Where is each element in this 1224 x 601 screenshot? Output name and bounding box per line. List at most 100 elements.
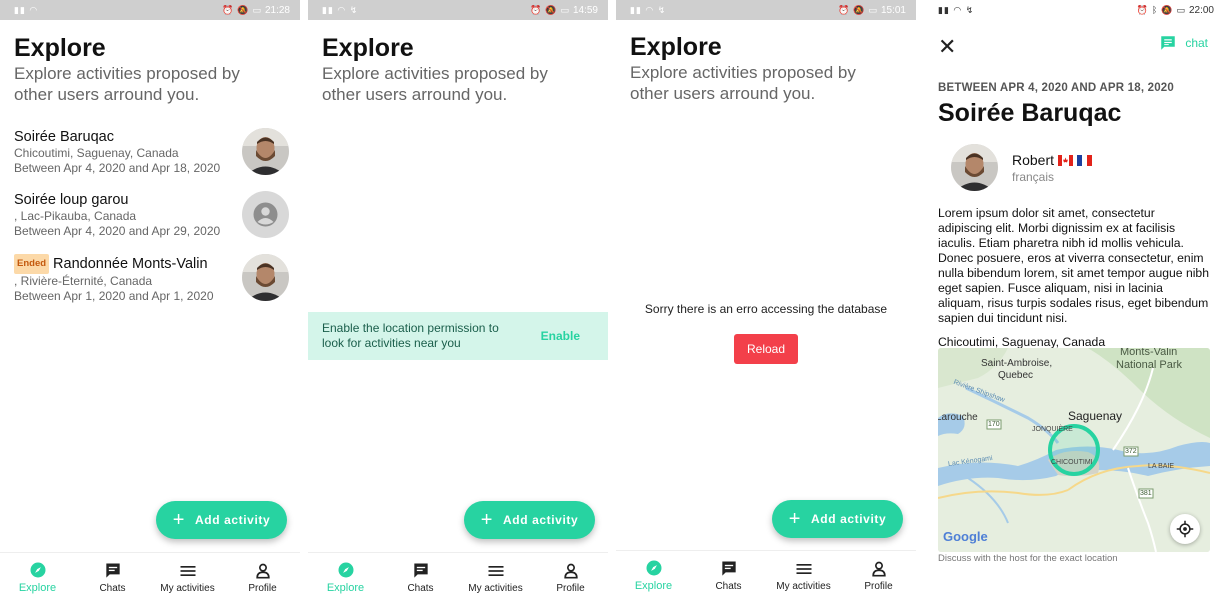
compass-icon bbox=[338, 562, 353, 578]
page-title: Explore bbox=[322, 34, 414, 62]
activity-item[interactable]: Soirée loup garou , Lac-Pikauba, Canada … bbox=[14, 191, 289, 247]
host-name: Robert bbox=[1012, 152, 1055, 168]
status-time: 21:28 bbox=[264, 4, 290, 16]
error-message: Sorry there is an erro accessing the dat… bbox=[644, 302, 888, 316]
page-title: Explore bbox=[14, 34, 106, 62]
nav-explore[interactable]: Explore bbox=[308, 560, 383, 594]
map-label: Saguenay bbox=[1068, 409, 1123, 423]
status-right: ⏰ ᛒ 🔕 ▭ 22:00 bbox=[1137, 5, 1214, 16]
nav-my-activities[interactable]: My activities bbox=[766, 559, 841, 592]
map-label: Saint-Ambroise, bbox=[981, 358, 1053, 369]
map-label: National Park bbox=[1116, 359, 1183, 371]
bottom-navigation: Explore Chats My activities Profile bbox=[616, 550, 916, 599]
nav-explore[interactable]: Explore bbox=[616, 558, 691, 592]
bluetooth-icon: ᛒ bbox=[1151, 5, 1158, 15]
bottom-navigation: Explore Chats My activities Profile bbox=[0, 552, 300, 601]
host-avatar bbox=[242, 254, 289, 301]
add-activity-button[interactable]: + Add activity bbox=[156, 501, 287, 539]
nav-my-activities[interactable]: My activities bbox=[150, 561, 225, 594]
nav-label: My activities bbox=[468, 582, 523, 594]
map-label: Quebec bbox=[998, 370, 1034, 381]
chat-label: chat bbox=[1185, 36, 1208, 50]
plus-icon: + bbox=[788, 508, 802, 530]
close-icon[interactable]: ✕ bbox=[938, 34, 956, 60]
nav-label: Profile bbox=[556, 582, 585, 594]
placeholder-avatar-icon bbox=[242, 191, 289, 238]
alarm-icon: ⏰ bbox=[222, 4, 234, 15]
chat-icon bbox=[105, 563, 120, 578]
map-label: JONQUIÈRE bbox=[1032, 426, 1073, 433]
add-activity-label: Add activity bbox=[195, 513, 271, 527]
nav-my-activities[interactable]: My activities bbox=[458, 561, 533, 594]
nav-label: Chats bbox=[715, 580, 742, 592]
nav-label: Chats bbox=[99, 582, 126, 594]
google-logo: Google bbox=[943, 529, 988, 544]
host-avatar[interactable] bbox=[951, 144, 998, 191]
status-bar: ▮▮ ◠ ↯ ⏰ ᛒ 🔕 ▭ 22:00 bbox=[924, 0, 1224, 20]
page-title: Explore bbox=[630, 33, 722, 61]
my-location-button[interactable] bbox=[1170, 514, 1200, 544]
status-right: ⏰ 🔕 ▭ 21:28 bbox=[222, 5, 290, 16]
explore-screen-permission: ▮▮ ◠ ↯ ⏰ 🔕 ▭ 14:59 Explore Explore activ… bbox=[308, 0, 608, 601]
add-activity-label: Add activity bbox=[811, 512, 887, 526]
status-right: ⏰ 🔕 ▭ 15:01 bbox=[838, 5, 906, 16]
nav-explore[interactable]: Explore bbox=[0, 560, 75, 594]
location-map[interactable]: Monts-Valin National Park Saint-Ambroise… bbox=[938, 348, 1210, 552]
page-subtitle: Explore activities proposed by other use… bbox=[630, 63, 856, 103]
canada-flag-icon bbox=[1058, 154, 1074, 166]
page-subtitle: Explore activities proposed by other use… bbox=[14, 64, 240, 104]
nav-profile[interactable]: Profile bbox=[225, 561, 300, 594]
nav-label: Profile bbox=[248, 582, 277, 594]
activity-detail-screen: ▮▮ ◠ ↯ ⏰ ᛒ 🔕 ▭ 22:00 ✕ chat BETWEEN APR … bbox=[924, 0, 1224, 601]
route-shield: 372 bbox=[1125, 448, 1137, 455]
activity-title: Soirée Baruqac bbox=[938, 99, 1122, 127]
list-icon bbox=[488, 565, 503, 576]
activity-description: Lorem ipsum dolor sit amet, consectetur … bbox=[938, 206, 1209, 325]
add-activity-button[interactable]: + Add activity bbox=[464, 501, 595, 539]
list-icon bbox=[796, 563, 811, 574]
alarm-icon: ⏰ bbox=[530, 4, 542, 15]
explore-screen-error: ▮▮ ◠ ↯ ⏰ 🔕 ▭ 15:01 Explore Explore activ… bbox=[616, 0, 916, 601]
activity-location: Chicoutimi, Saguenay, Canada bbox=[938, 335, 1106, 349]
status-bar: ▮▮ ◠ ⏰ 🔕 ▭ 21:28 bbox=[0, 0, 300, 20]
nav-profile[interactable]: Profile bbox=[841, 559, 916, 592]
nav-label: Explore bbox=[634, 580, 673, 592]
host-language: français bbox=[1012, 170, 1055, 184]
mute-icon: 🔕 bbox=[545, 4, 557, 15]
location-permission-banner: Enable the location permission to look f… bbox=[308, 312, 608, 360]
battery-icon: ▭ bbox=[252, 4, 261, 15]
crosshair-icon bbox=[1176, 520, 1194, 538]
battery-icon: ▭ bbox=[1176, 4, 1185, 15]
enable-location-button[interactable]: Enable bbox=[541, 329, 580, 343]
activity-item[interactable]: Ended Randonnée Monts-Valin , Rivière-Éte… bbox=[14, 254, 289, 310]
list-icon bbox=[180, 565, 195, 576]
chat-button[interactable]: chat bbox=[1159, 34, 1208, 52]
person-icon bbox=[563, 563, 578, 578]
activity-item[interactable]: Soirée Baruqac Chicoutimi, Saguenay, Can… bbox=[14, 128, 289, 184]
bottom-navigation: Explore Chats My activities Profile bbox=[308, 552, 608, 601]
status-bar: ▮▮ ◠ ↯ ⏰ 🔕 ▭ 14:59 bbox=[308, 0, 608, 20]
activity-name: Randonnée Monts-Valin bbox=[53, 256, 208, 272]
nav-profile[interactable]: Profile bbox=[533, 561, 608, 594]
permission-text: Enable the location permission to look f… bbox=[322, 321, 499, 350]
nav-chats[interactable]: Chats bbox=[383, 561, 458, 594]
compass-icon bbox=[30, 562, 45, 578]
nav-chats[interactable]: Chats bbox=[75, 561, 150, 594]
france-flag-icon bbox=[1077, 154, 1093, 166]
nav-label: My activities bbox=[160, 582, 215, 594]
add-activity-label: Add activity bbox=[503, 513, 579, 527]
page-subtitle: Explore activities proposed by other use… bbox=[322, 64, 548, 104]
mute-icon: 🔕 bbox=[853, 4, 865, 15]
nav-label: My activities bbox=[776, 580, 831, 592]
host-name-row: Robert bbox=[1012, 152, 1093, 168]
status-time: 22:00 bbox=[1188, 4, 1214, 16]
nav-chats[interactable]: Chats bbox=[691, 559, 766, 592]
reload-button[interactable]: Reload bbox=[734, 334, 798, 364]
ended-badge: Ended bbox=[14, 254, 50, 274]
add-activity-button[interactable]: + Add activity bbox=[772, 500, 903, 538]
alarm-icon: ⏰ bbox=[838, 4, 850, 15]
signal-icons: ▮▮ ◠ ↯ bbox=[938, 4, 975, 15]
route-shield: 381 bbox=[1140, 490, 1152, 497]
explore-screen-list: ▮▮ ◠ ⏰ 🔕 ▭ 21:28 Explore Explore activit… bbox=[0, 0, 300, 601]
chat-icon bbox=[1161, 36, 1176, 50]
